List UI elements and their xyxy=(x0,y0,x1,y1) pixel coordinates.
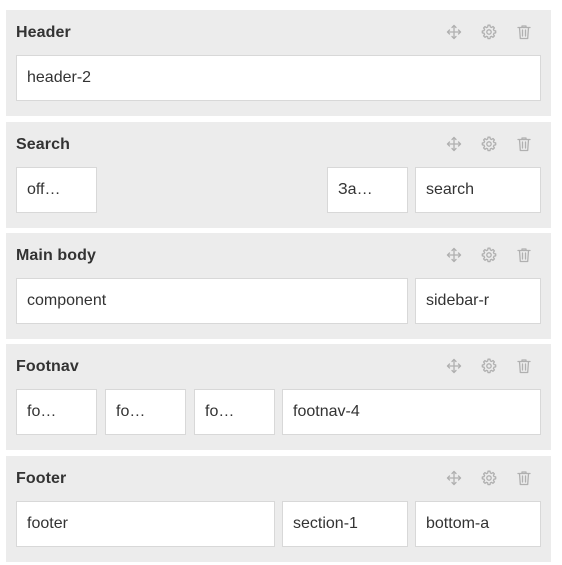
section-title: Footer xyxy=(16,470,67,487)
section-actions xyxy=(445,469,533,487)
section-main-body: Main body component sidebar-r xyxy=(6,233,551,339)
move-icon[interactable] xyxy=(445,469,463,487)
block-header-2[interactable]: header-2 xyxy=(16,55,541,101)
section-actions xyxy=(445,246,533,264)
trash-icon[interactable] xyxy=(515,23,533,41)
trash-icon[interactable] xyxy=(515,469,533,487)
section-search: Search off… За… search xyxy=(6,122,551,228)
section-blocks: header-2 xyxy=(16,55,541,101)
block-search[interactable]: search xyxy=(415,167,541,213)
block-component[interactable]: component xyxy=(16,278,408,324)
block-bottom-a[interactable]: bottom-a xyxy=(415,501,541,547)
section-actions xyxy=(445,135,533,153)
trash-icon[interactable] xyxy=(515,135,533,153)
block-footnav-2[interactable]: fo… xyxy=(105,389,186,435)
gear-icon[interactable] xyxy=(480,357,498,375)
section-blocks: off… За… search xyxy=(16,167,541,213)
section-actions xyxy=(445,23,533,41)
move-icon[interactable] xyxy=(445,246,463,264)
move-icon[interactable] xyxy=(445,135,463,153)
trash-icon[interactable] xyxy=(515,357,533,375)
block-section-1[interactable]: section-1 xyxy=(282,501,408,547)
block-za[interactable]: За… xyxy=(327,167,408,213)
section-title: Header xyxy=(16,24,71,41)
section-blocks: fo… fo… fo… footnav-4 xyxy=(16,389,541,435)
block-footer[interactable]: footer xyxy=(16,501,275,547)
block-off[interactable]: off… xyxy=(16,167,97,213)
section-footnav: Footnav fo… fo… fo… footnav-4 xyxy=(6,344,551,450)
section-title: Main body xyxy=(16,247,97,264)
section-footer: Footer footer section-1 bottom-a xyxy=(6,456,551,562)
block-sidebar-r[interactable]: sidebar-r xyxy=(415,278,541,324)
section-blocks: component sidebar-r xyxy=(16,278,541,324)
block-footnav-1[interactable]: fo… xyxy=(16,389,97,435)
move-icon[interactable] xyxy=(445,357,463,375)
gear-icon[interactable] xyxy=(480,135,498,153)
gear-icon[interactable] xyxy=(480,23,498,41)
move-icon[interactable] xyxy=(445,23,463,41)
section-actions xyxy=(445,357,533,375)
section-title: Footnav xyxy=(16,358,79,375)
section-title: Search xyxy=(16,136,70,153)
block-footnav-4[interactable]: footnav-4 xyxy=(282,389,541,435)
block-footnav-3[interactable]: fo… xyxy=(194,389,275,435)
gear-icon[interactable] xyxy=(480,246,498,264)
trash-icon[interactable] xyxy=(515,246,533,264)
gear-icon[interactable] xyxy=(480,469,498,487)
section-header: Header header-2 xyxy=(6,10,551,116)
section-blocks: footer section-1 bottom-a xyxy=(16,501,541,547)
